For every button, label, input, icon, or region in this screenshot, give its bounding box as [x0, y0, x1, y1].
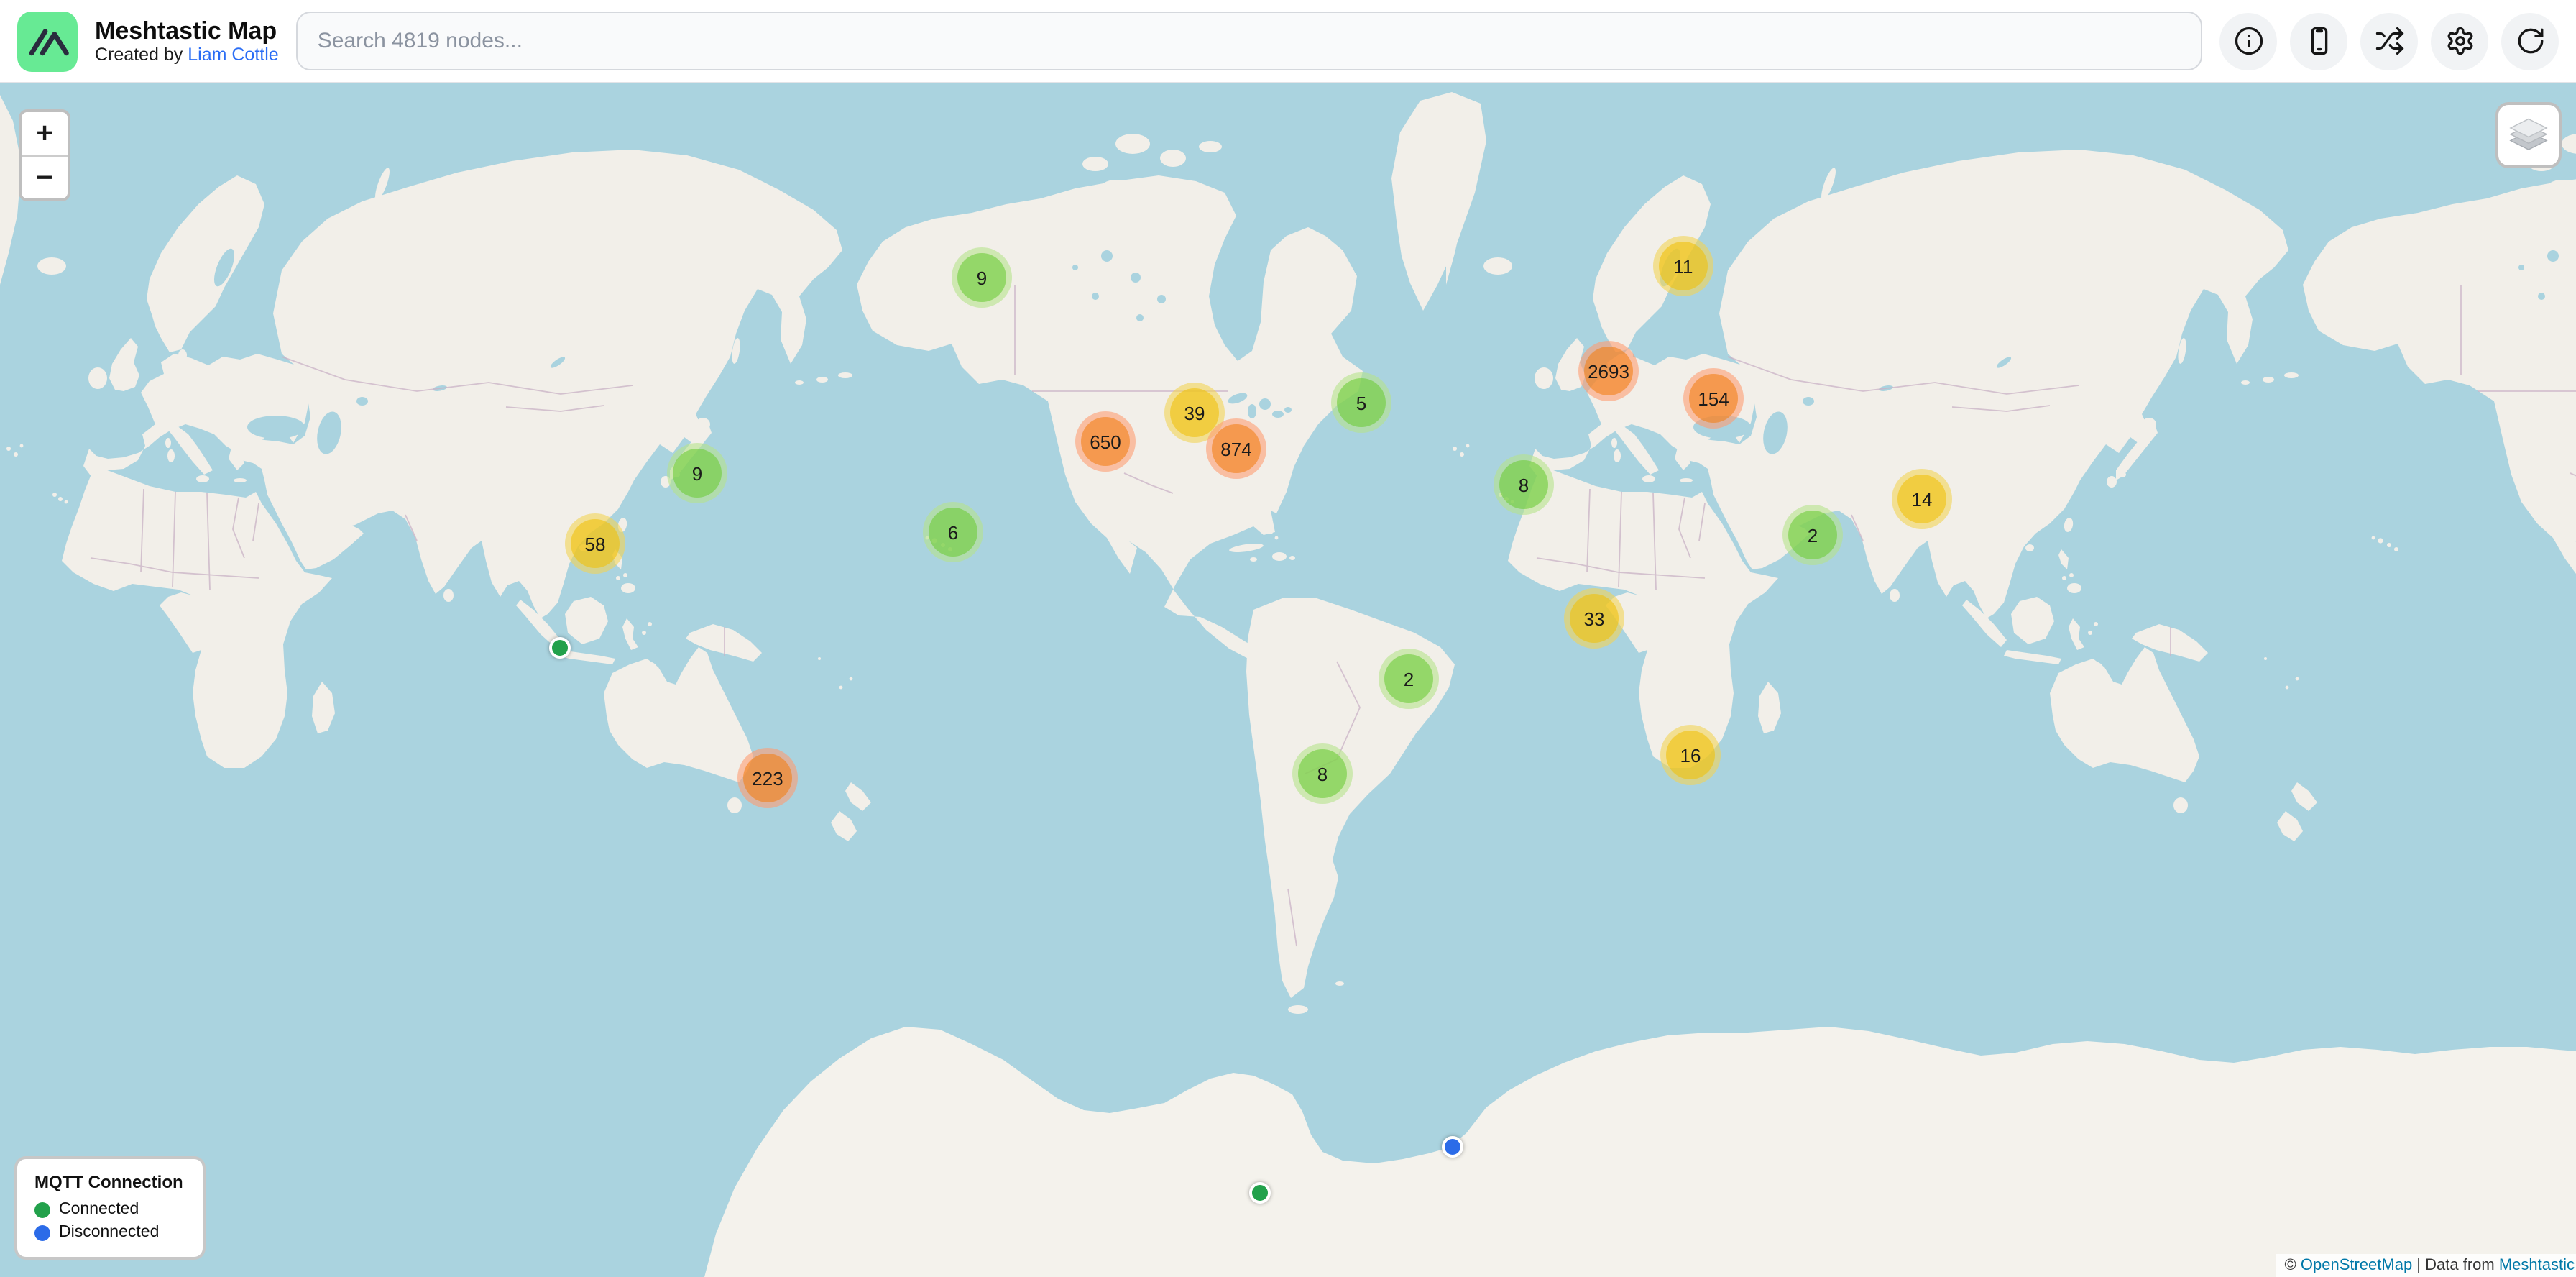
cluster-marker[interactable]: 9: [667, 443, 727, 503]
zoom-out-button[interactable]: −: [22, 155, 68, 198]
refresh-icon: [2515, 26, 2545, 56]
settings-button[interactable]: [2431, 12, 2488, 70]
node-marker-connected[interactable]: [548, 636, 570, 658]
attribution-copyright: ©: [2285, 1257, 2301, 1274]
mqtt-connection-legend: MQTT Connection Connected Disconnected: [14, 1156, 206, 1260]
cluster-marker[interactable]: 58: [565, 513, 625, 574]
cluster-count: 14: [1898, 475, 1946, 523]
legend-items: Connected Disconnected: [34, 1201, 183, 1241]
cluster-count: 9: [957, 253, 1006, 302]
page-subtitle: Created by Liam Cottle: [95, 45, 279, 65]
cluster-marker[interactable]: 650: [1075, 411, 1136, 472]
map-canvas[interactable]: 911269315439565087481429586332816223 + −…: [0, 83, 2576, 1277]
cluster-marker[interactable]: 5: [1331, 372, 1392, 433]
meshtastic-link[interactable]: Meshtastic: [2499, 1257, 2575, 1274]
legend-dot-icon: [34, 1225, 50, 1240]
app: Meshtastic Map Created by Liam Cottle: [0, 0, 2576, 1277]
attribution: © OpenStreetMap | Data from Meshtastic: [2276, 1254, 2576, 1277]
cluster-count: 2: [1788, 511, 1837, 559]
cluster-marker[interactable]: 154: [1683, 368, 1744, 429]
cluster-marker[interactable]: 6: [923, 502, 983, 562]
zoom-control: + −: [19, 109, 70, 201]
cluster-marker[interactable]: 223: [737, 748, 798, 808]
cluster-count: 9: [673, 449, 722, 498]
cluster-count: 2693: [1584, 347, 1633, 395]
cluster-count: 11: [1659, 242, 1708, 290]
cluster-marker[interactable]: 11: [1653, 236, 1714, 296]
node-marker-disconnected[interactable]: [1441, 1135, 1463, 1157]
cluster-marker[interactable]: 8: [1494, 454, 1554, 515]
cluster-count: 33: [1570, 594, 1619, 643]
cluster-marker[interactable]: 33: [1564, 588, 1624, 649]
cluster-count: 223: [743, 754, 792, 802]
layers-control[interactable]: [2496, 102, 2562, 168]
cluster-count: 2: [1384, 654, 1433, 703]
cluster-marker[interactable]: 16: [1660, 725, 1721, 785]
cluster-count: 650: [1081, 417, 1130, 466]
legend-item: Connected: [34, 1201, 183, 1218]
smartphone-icon: [2304, 26, 2334, 56]
cluster-marker[interactable]: 8: [1292, 743, 1353, 804]
cluster-count: 5: [1337, 378, 1386, 427]
node-marker-connected[interactable]: [1248, 1181, 1270, 1203]
cluster-marker[interactable]: 874: [1206, 418, 1266, 479]
cluster-count: 58: [571, 519, 620, 568]
legend-label: Connected: [59, 1201, 139, 1218]
search-input[interactable]: [296, 12, 2202, 70]
attribution-separator: | Data from: [2412, 1257, 2499, 1274]
cluster-marker[interactable]: 9: [952, 247, 1012, 308]
cluster-count: 8: [1499, 460, 1548, 509]
mobile-app-button[interactable]: [2290, 12, 2347, 70]
legend-item: Disconnected: [34, 1224, 183, 1241]
author-link[interactable]: Liam Cottle: [188, 45, 278, 65]
title-block: Meshtastic Map Created by Liam Cottle: [95, 17, 279, 65]
layers-icon: [2507, 114, 2550, 157]
shuffle-icon: [2374, 26, 2404, 56]
meshtastic-logo-icon[interactable]: [17, 11, 78, 71]
cluster-count: 874: [1212, 424, 1261, 473]
info-circle-icon: [2233, 26, 2263, 56]
legend-label: Disconnected: [59, 1224, 159, 1241]
info-button[interactable]: [2220, 12, 2277, 70]
osm-link[interactable]: OpenStreetMap: [2301, 1257, 2412, 1274]
zoom-in-button[interactable]: +: [22, 112, 68, 155]
gear-icon: [2444, 26, 2475, 56]
header-buttons: [2220, 12, 2559, 70]
subtitle-prefix: Created by: [95, 45, 188, 65]
cluster-marker[interactable]: 2693: [1578, 341, 1639, 401]
cluster-marker[interactable]: 2: [1379, 649, 1439, 709]
cluster-marker[interactable]: 2: [1782, 505, 1843, 565]
cluster-count: 6: [929, 508, 978, 557]
cluster-count: 8: [1298, 749, 1347, 798]
legend-dot-icon: [34, 1202, 50, 1217]
legend-title: MQTT Connection: [34, 1172, 183, 1192]
cluster-marker[interactable]: 14: [1892, 469, 1952, 529]
world-map: [0, 83, 2576, 1277]
refresh-button[interactable]: [2501, 12, 2559, 70]
page-title: Meshtastic Map: [95, 17, 279, 45]
cluster-count: 16: [1666, 731, 1715, 779]
cluster-count: 154: [1689, 374, 1738, 423]
random-node-button[interactable]: [2360, 12, 2418, 70]
header: Meshtastic Map Created by Liam Cottle: [0, 0, 2576, 83]
